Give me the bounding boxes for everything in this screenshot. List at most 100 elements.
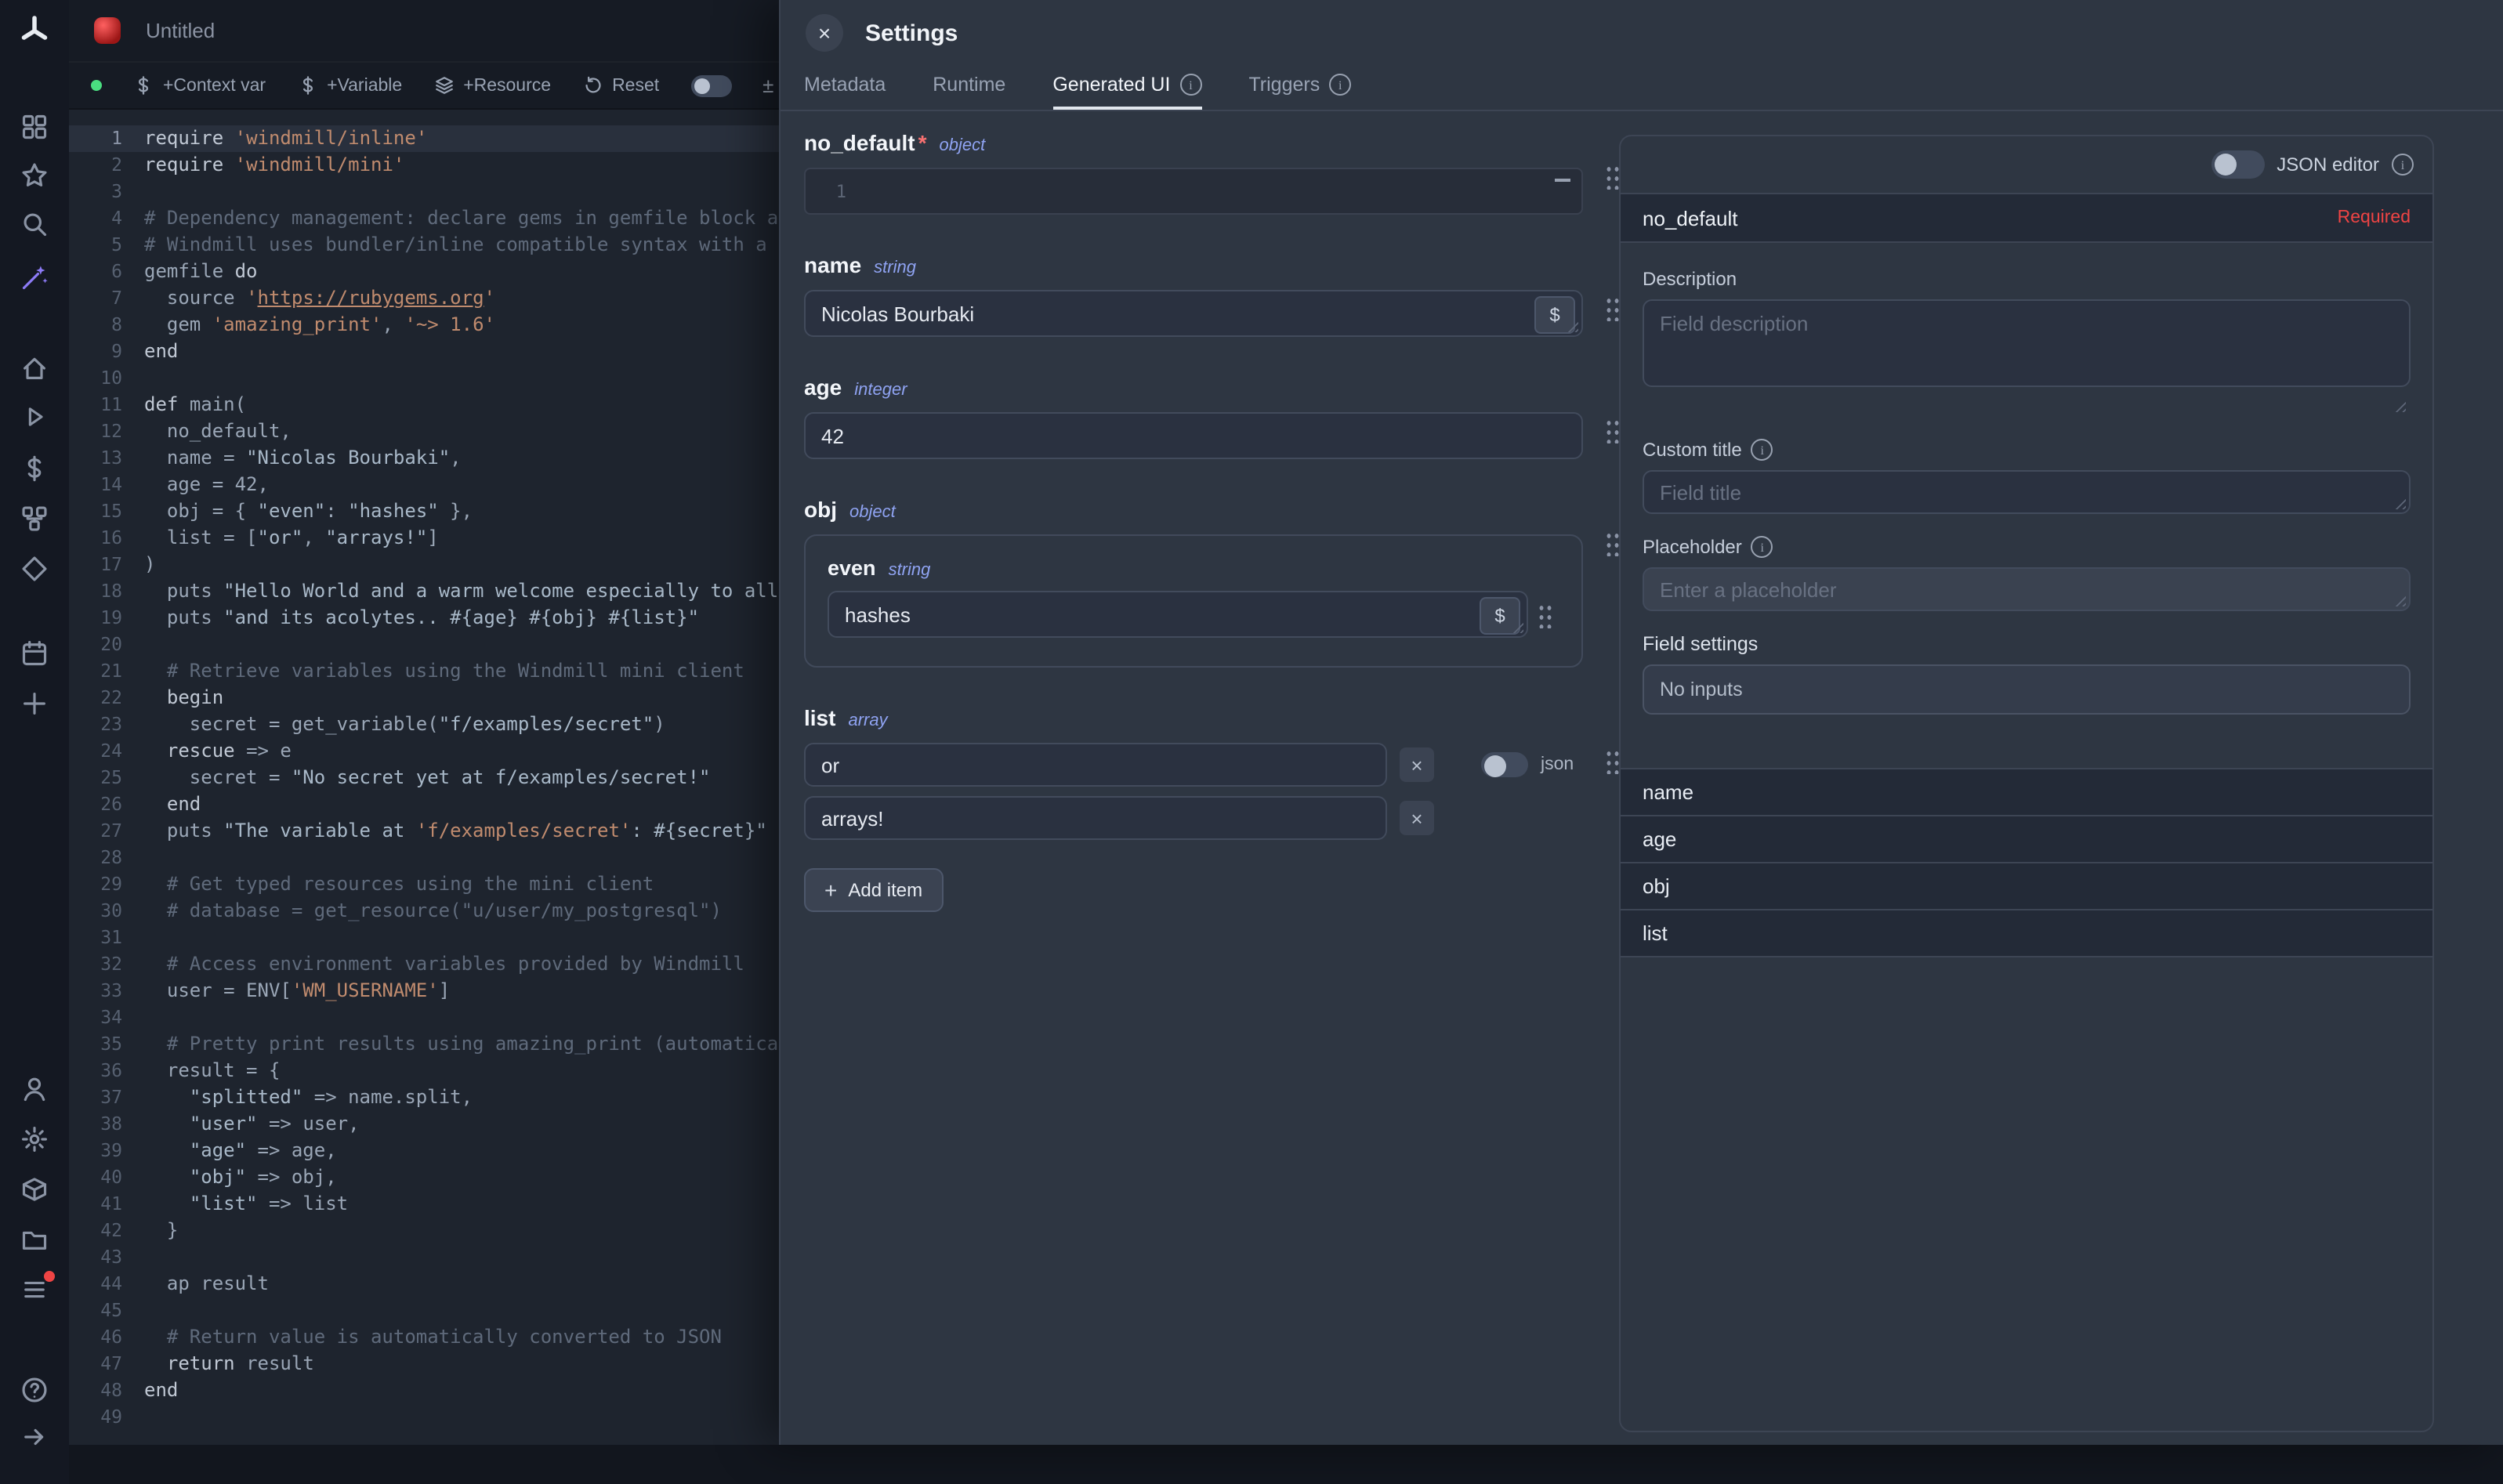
resources-icon[interactable] [20,505,49,533]
panel-field-list: nameageobjlist [1621,768,2432,957]
line-number: 28 [69,845,144,871]
help-icon[interactable] [20,1376,49,1404]
json-editor-label: JSON editor [2277,154,2379,176]
drag-handle-icon[interactable] [1605,418,1621,443]
search-icon[interactable] [20,210,49,238]
line-number: 4 [69,205,144,232]
editor-line-number: 1 [806,181,859,201]
user-icon[interactable] [20,1075,49,1103]
folders-icon[interactable] [20,1225,49,1254]
line-number: 39 [69,1138,144,1164]
info-icon[interactable] [1751,536,1773,558]
name-input[interactable] [804,290,1583,337]
add-context-var-button[interactable]: +Context var [133,75,266,96]
field-name-string: name string $ [804,252,1583,337]
drag-handle-icon[interactable] [1605,165,1621,190]
insert-variable-button[interactable]: $ [1534,296,1575,334]
tab-label: Generated UI [1052,74,1170,96]
line-number: 7 [69,285,144,312]
field-age: age integer [804,375,1583,459]
remove-item-button[interactable]: × [1400,747,1434,782]
list-item-input[interactable] [804,743,1387,787]
plus-minus-label[interactable]: ± [762,74,773,97]
schedules-icon[interactable] [20,555,49,583]
line-number: 19 [69,605,144,632]
runs-icon[interactable] [20,403,49,431]
line-number: 11 [69,392,144,418]
panel-row-obj[interactable]: obj [1621,863,2432,910]
windmill-logo-icon[interactable] [19,14,50,45]
line-number: 41 [69,1191,144,1218]
field-settings-label: Field settings [1643,633,2411,655]
field-type: string [874,259,916,277]
field-name: no_default [804,130,915,155]
age-input[interactable] [804,412,1583,459]
even-input[interactable] [828,591,1528,638]
tab-label: Metadata [804,74,886,96]
changelog-icon[interactable] [20,1276,49,1304]
info-icon[interactable] [2392,154,2414,176]
json-editor-toggle[interactable] [2211,150,2264,179]
info-icon[interactable] [1329,74,1351,96]
list-item-input[interactable] [804,796,1387,840]
drag-handle-icon[interactable] [1605,531,1621,556]
tab-label: Triggers [1248,74,1320,96]
line-number: 30 [69,898,144,925]
add-resource-button[interactable]: +Resource [433,75,551,96]
drag-handle-icon[interactable] [1605,296,1621,321]
add-item-button[interactable]: + Add item [804,868,943,912]
line-number: 1 [69,125,144,152]
ai-wand-icon[interactable] [20,263,49,291]
info-icon[interactable] [1179,74,1201,96]
tab-runtime[interactable]: Runtime [933,66,1005,110]
home-icon[interactable] [20,354,49,382]
placeholder-input[interactable] [1643,567,2411,611]
line-number: 15 [69,498,144,525]
drag-handle-icon[interactable] [1605,749,1621,774]
required-badge: Required [2338,208,2411,227]
tab-metadata[interactable]: Metadata [804,66,886,110]
field-settings-select[interactable]: No inputs [1643,664,2411,715]
script-title[interactable]: Untitled [146,19,215,42]
line-number: 47 [69,1351,144,1377]
favorites-icon[interactable] [20,161,49,190]
line-number: 43 [69,1244,144,1271]
close-button[interactable]: × [806,14,843,52]
reset-icon [582,75,603,96]
collapse-sidebar-icon[interactable] [20,1423,49,1451]
field-name: name [804,252,861,277]
diff-toggle[interactable] [690,74,731,96]
panel-row-list[interactable]: list [1621,910,2432,957]
add-variable-button[interactable]: +Variable [297,75,402,96]
line-number: 27 [69,818,144,845]
no-default-json-editor[interactable]: 1 [804,168,1583,215]
insert-variable-button[interactable]: $ [1480,597,1520,635]
line-number: 33 [69,978,144,1004]
remove-item-button[interactable]: × [1400,801,1434,835]
collapse-icon[interactable] [1555,179,1570,182]
custom-title-input[interactable] [1643,470,2411,514]
field-type: string [889,561,931,580]
add-icon[interactable] [20,690,49,718]
drag-handle-icon[interactable] [1538,603,1553,628]
panel-row-name[interactable]: name [1621,769,2432,816]
apps-icon[interactable] [20,113,49,141]
info-icon[interactable] [1751,439,1773,461]
line-number: 38 [69,1111,144,1138]
workspace-icon[interactable] [20,1175,49,1203]
calendar-icon[interactable] [20,639,49,668]
field-list: list array × json [804,705,1583,912]
settings-icon[interactable] [20,1125,49,1153]
description-textarea[interactable] [1643,299,2411,387]
variables-icon[interactable] [20,454,49,483]
line-number: 8 [69,312,144,338]
line-number: 35 [69,1031,144,1058]
tab-triggers[interactable]: Triggers [1248,66,1351,110]
panel-selected-field-row[interactable]: no_default Required [1621,193,2432,243]
notification-dot [44,1271,55,1282]
reset-button[interactable]: Reset [582,75,659,96]
json-toggle[interactable] [1481,752,1528,777]
placeholder-label: Placeholder [1643,536,1742,558]
tab-generated-ui[interactable]: Generated UI [1052,66,1201,110]
panel-row-age[interactable]: age [1621,816,2432,863]
